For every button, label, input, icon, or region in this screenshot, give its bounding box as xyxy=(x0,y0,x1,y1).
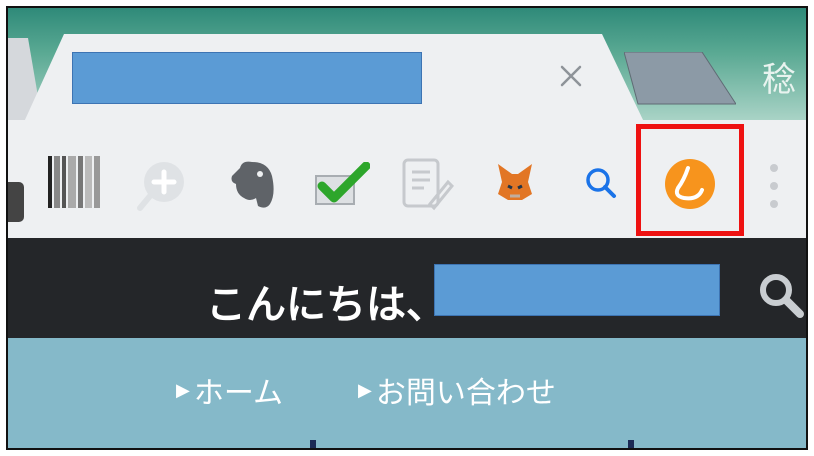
window-title-glyph: 稔 xyxy=(762,60,796,100)
tab-close-icon[interactable] xyxy=(558,63,584,89)
caret-right-icon: ▶ xyxy=(358,379,372,401)
nav-item-contact[interactable]: ▶ お問い合わせ xyxy=(358,368,556,412)
screenshot-frame: 稔 こんにちは、 ▶ ホーム ▶ お問い合わせ xyxy=(6,6,808,450)
search-icon[interactable] xyxy=(584,166,618,200)
metamask-fox-icon[interactable] xyxy=(494,162,536,204)
checkmark-icon[interactable] xyxy=(314,162,370,206)
more-menu-icon[interactable] xyxy=(764,162,784,210)
orange-extension-icon[interactable] xyxy=(664,158,716,210)
nav-divider xyxy=(310,440,316,448)
browser-toolbar xyxy=(8,120,806,239)
caret-right-icon: ▶ xyxy=(176,379,190,401)
header-search-icon[interactable] xyxy=(756,270,806,320)
zoom-in-icon[interactable] xyxy=(136,160,188,212)
nav-item-label: ホーム xyxy=(193,376,283,411)
note-edit-icon[interactable] xyxy=(400,156,454,212)
evernote-elephant-icon[interactable] xyxy=(230,158,276,210)
nav-item-label: お問い合わせ xyxy=(375,376,556,411)
username-redacted xyxy=(434,264,720,316)
nav-item-home[interactable]: ▶ ホーム xyxy=(176,368,283,412)
barcode-icon[interactable] xyxy=(48,156,100,208)
toolbar-left-edge-icon[interactable] xyxy=(8,182,24,222)
greeting-text: こんにちは、 xyxy=(206,282,446,328)
nav-divider xyxy=(628,440,634,448)
inactive-tab[interactable] xyxy=(624,52,736,114)
tab-title-redacted xyxy=(72,52,422,104)
